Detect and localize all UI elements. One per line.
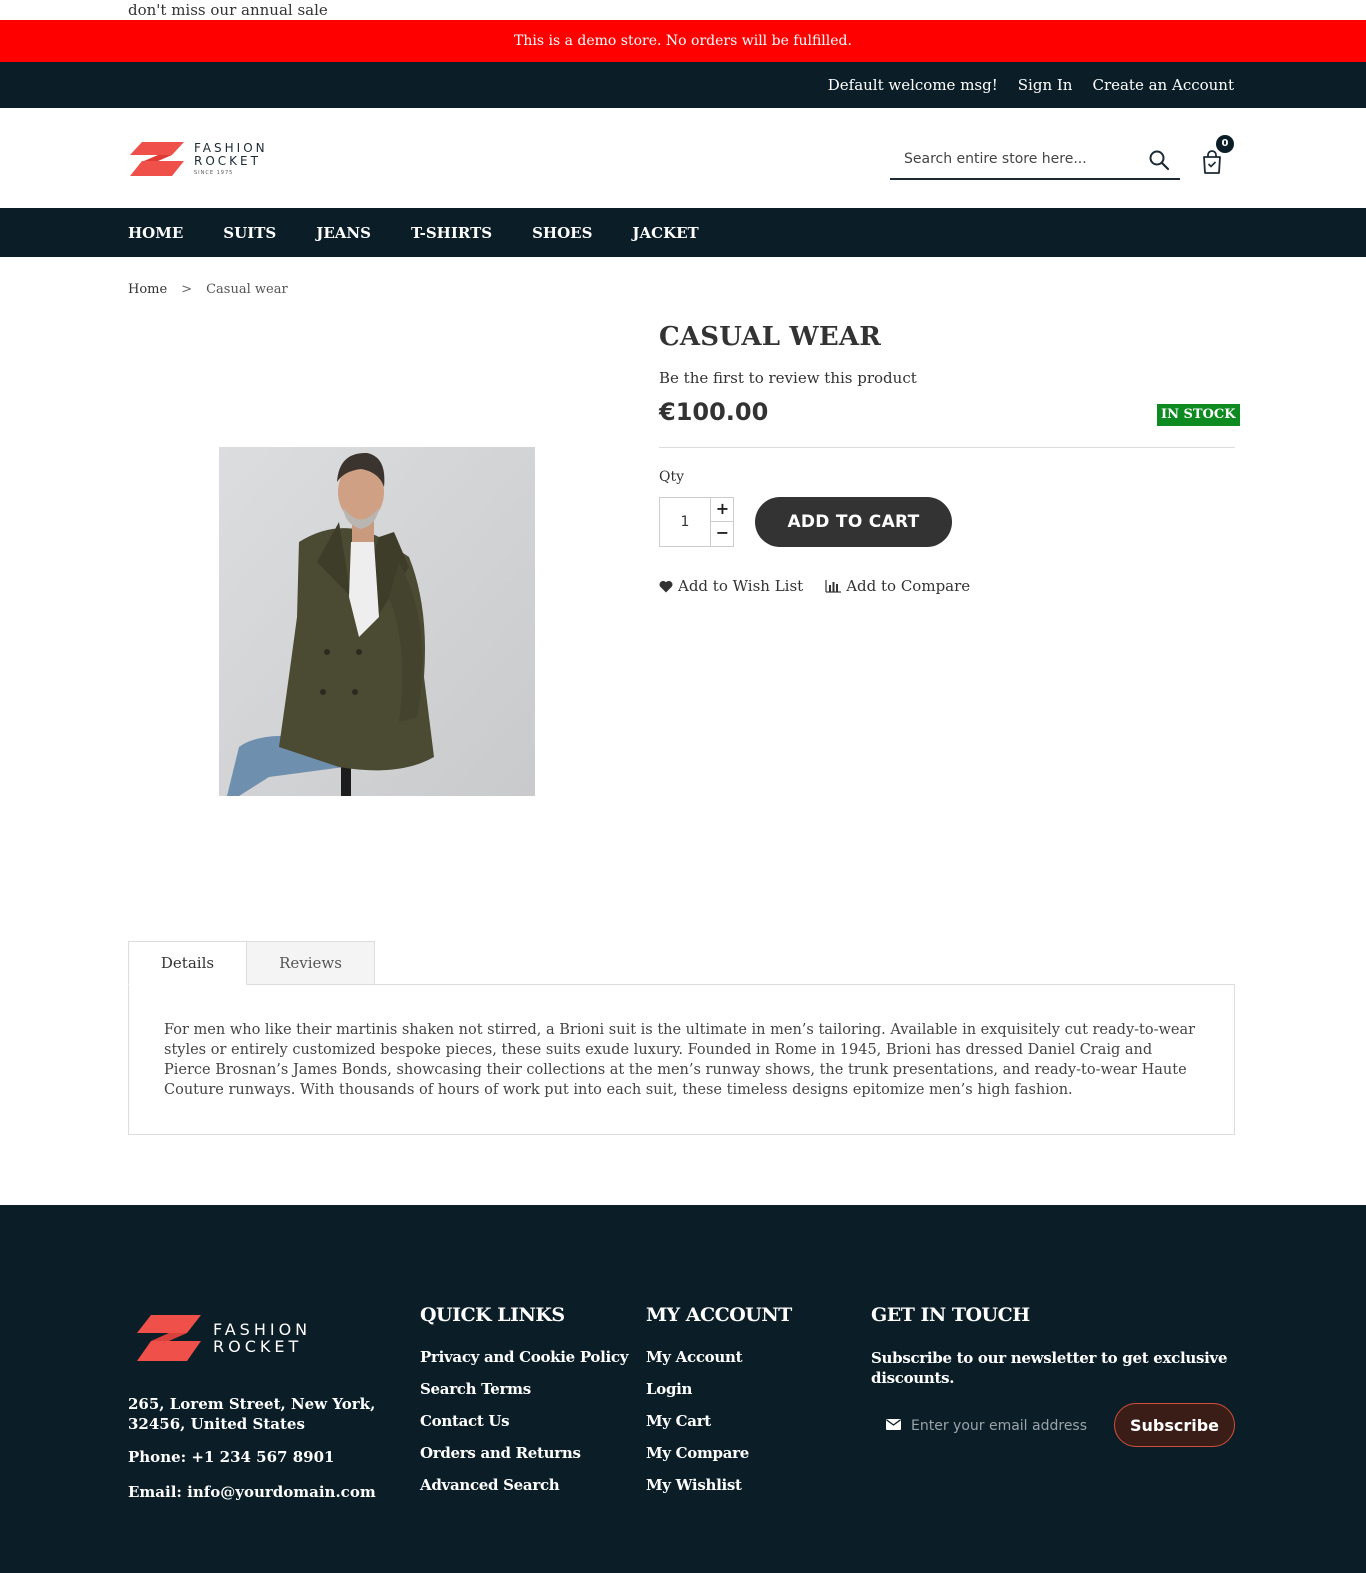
product-description: For men who like their martinis shaken n… bbox=[164, 1022, 1196, 1098]
product-price: €100.00 bbox=[659, 398, 769, 426]
nav-item-t-shirts[interactable]: T-SHIRTS bbox=[411, 224, 492, 242]
footer-link-search-terms[interactable]: Search Terms bbox=[420, 1380, 628, 1398]
footer-email: Email: info@yourdomain.com bbox=[128, 1483, 376, 1501]
footer-link-privacy[interactable]: Privacy and Cookie Policy bbox=[420, 1348, 628, 1366]
footer-link-my-account[interactable]: My Account bbox=[646, 1348, 792, 1366]
minicart[interactable]: 0 bbox=[1200, 135, 1236, 176]
subscribe-button[interactable]: Subscribe bbox=[1114, 1403, 1235, 1447]
site-header: FASHION ROCKET SINCE 1975 0 bbox=[0, 108, 1366, 208]
product-actions: Add to Wish List Add to Compare bbox=[659, 577, 970, 595]
nav-menu: HOME SUITS JEANS T-SHIRTS SHOES JACKET bbox=[128, 208, 699, 257]
site-footer: FASHION ROCKET 265, Lorem Street, New Yo… bbox=[0, 1205, 1366, 1573]
footer-link-contact[interactable]: Contact Us bbox=[420, 1412, 628, 1430]
tab-reviews[interactable]: Reviews bbox=[246, 941, 375, 985]
top-links: Default welcome msg! Sign In Create an A… bbox=[828, 62, 1234, 108]
search-icon[interactable] bbox=[1148, 149, 1170, 171]
footer-logo-line-1: FASHION bbox=[213, 1320, 312, 1339]
add-to-compare-link[interactable]: Add to Compare bbox=[825, 577, 970, 595]
footer-link-my-compare[interactable]: My Compare bbox=[646, 1444, 792, 1462]
sign-in-link[interactable]: Sign In bbox=[1018, 76, 1073, 94]
tab-details[interactable]: Details bbox=[128, 941, 247, 985]
breadcrumb-current: Casual wear bbox=[206, 282, 288, 297]
product-title: CASUAL WEAR bbox=[659, 322, 882, 352]
nav-item-jeans[interactable]: JEANS bbox=[316, 224, 371, 242]
sale-announcement: don't miss our annual sale bbox=[128, 1, 328, 19]
newsletter-form: Subscribe bbox=[871, 1403, 1235, 1449]
search-input[interactable] bbox=[890, 142, 1130, 176]
footer-logo[interactable]: FASHION ROCKET bbox=[133, 1313, 311, 1363]
logo-mark-icon bbox=[130, 142, 184, 176]
footer-quick-links: QUICK LINKS Privacy and Cookie Policy Se… bbox=[420, 1304, 628, 1508]
main-navigation: HOME SUITS JEANS T-SHIRTS SHOES JACKET bbox=[0, 208, 1366, 257]
footer-link-my-cart[interactable]: My Cart bbox=[646, 1412, 792, 1430]
compare-chart-icon bbox=[825, 579, 842, 593]
first-review-link[interactable]: Be the first to review this product bbox=[659, 369, 917, 387]
breadcrumb: Home > Casual wear bbox=[128, 282, 288, 297]
product-image[interactable] bbox=[219, 447, 535, 796]
stock-status-badge: IN STOCK bbox=[1157, 404, 1240, 426]
newsletter-text: Subscribe to our newsletter to get exclu… bbox=[871, 1349, 1228, 1387]
compare-label: Add to Compare bbox=[846, 577, 971, 595]
add-to-cart-button[interactable]: ADD TO CART bbox=[755, 497, 952, 547]
top-bar: Default welcome msg! Sign In Create an A… bbox=[0, 62, 1366, 108]
footer-address: 265, Lorem Street, New York, 32456, Unit… bbox=[128, 1395, 376, 1433]
wishlist-label: Add to Wish List bbox=[678, 577, 804, 595]
nav-item-home[interactable]: HOME bbox=[128, 224, 183, 242]
nav-item-suits[interactable]: SUITS bbox=[223, 224, 276, 242]
logo-line-2: ROCKET bbox=[194, 154, 261, 168]
demo-store-banner: This is a demo store. No orders will be … bbox=[0, 20, 1366, 62]
footer-link-advanced-search[interactable]: Advanced Search bbox=[420, 1476, 628, 1494]
footer-my-account: MY ACCOUNT My Account Login My Cart My C… bbox=[646, 1304, 792, 1508]
get-in-touch-heading: GET IN TOUCH bbox=[871, 1304, 1030, 1326]
footer-logo-text: FASHION ROCKET bbox=[213, 1321, 311, 1355]
qty-input[interactable] bbox=[660, 498, 710, 546]
qty-increase-button[interactable]: + bbox=[710, 498, 734, 522]
nav-item-shoes[interactable]: SHOES bbox=[532, 224, 592, 242]
footer-link-orders-returns[interactable]: Orders and Returns bbox=[420, 1444, 628, 1462]
add-to-wishlist-link[interactable]: Add to Wish List bbox=[659, 577, 803, 595]
footer-logo-mark-icon bbox=[137, 1315, 201, 1361]
product-photo bbox=[219, 447, 535, 796]
cart-count-badge: 0 bbox=[1216, 135, 1234, 153]
heart-icon bbox=[659, 580, 673, 592]
footer-phone: Phone: +1 234 567 8901 bbox=[128, 1448, 335, 1466]
breadcrumb-home-link[interactable]: Home bbox=[128, 282, 167, 297]
footer-get-in-touch: GET IN TOUCH Subscribe to our newsletter… bbox=[871, 1304, 1235, 1388]
site-logo[interactable]: FASHION ROCKET SINCE 1975 bbox=[128, 136, 278, 182]
qty-decrease-button[interactable]: − bbox=[710, 522, 734, 546]
qty-label: Qty bbox=[659, 469, 685, 485]
details-tab-panel: For men who like their martinis shaken n… bbox=[128, 984, 1235, 1135]
newsletter-email-input[interactable] bbox=[911, 1403, 1111, 1449]
footer-logo-line-2: ROCKET bbox=[213, 1337, 303, 1356]
create-account-link[interactable]: Create an Account bbox=[1092, 76, 1234, 94]
footer-link-my-wishlist[interactable]: My Wishlist bbox=[646, 1476, 792, 1494]
search-box bbox=[890, 142, 1180, 180]
logo-line-3: SINCE 1975 bbox=[194, 170, 234, 176]
welcome-message: Default welcome msg! bbox=[827, 76, 998, 94]
price-divider bbox=[659, 447, 1235, 448]
envelope-icon bbox=[886, 1419, 901, 1430]
footer-link-login[interactable]: Login bbox=[646, 1380, 792, 1398]
quantity-stepper: + − bbox=[659, 497, 734, 547]
logo-text: FASHION ROCKET SINCE 1975 bbox=[194, 142, 268, 176]
breadcrumb-separator: > bbox=[181, 282, 193, 297]
my-account-heading: MY ACCOUNT bbox=[646, 1304, 792, 1326]
quick-links-heading: QUICK LINKS bbox=[420, 1304, 565, 1326]
logo-line-1: FASHION bbox=[194, 141, 268, 155]
nav-item-jacket[interactable]: JACKET bbox=[632, 224, 698, 242]
